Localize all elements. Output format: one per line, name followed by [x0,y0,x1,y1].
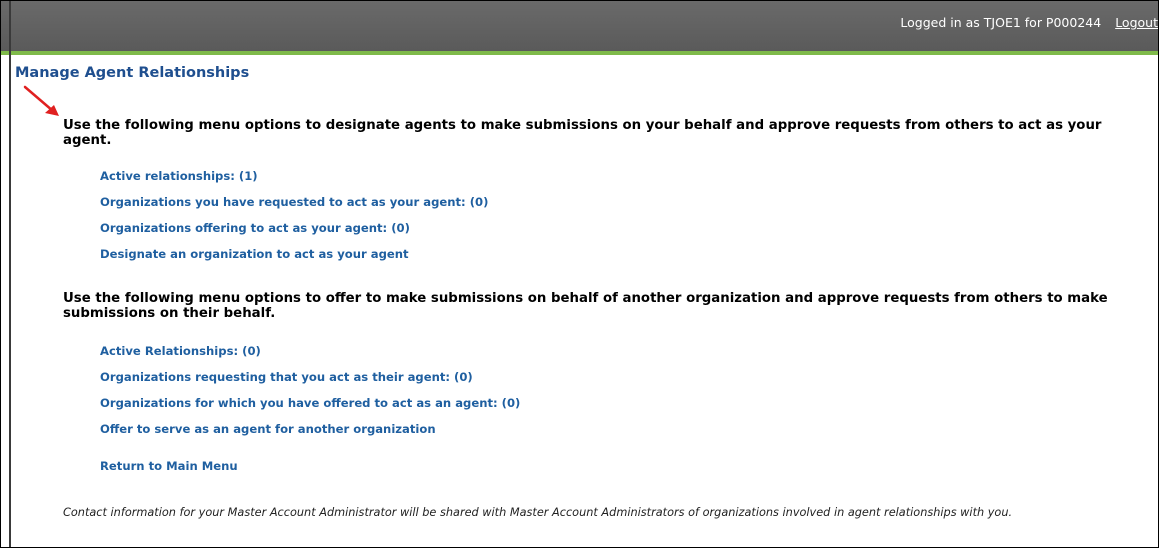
offer-agent-service-link[interactable]: Offer to serve as an agent for another o… [100,422,436,436]
menu-item: Designate an organization to act as your… [100,245,488,271]
logout-link[interactable]: Logout [1115,15,1158,30]
section-heading-behalf: Use the following menu options to offer … [63,291,1108,321]
offering-agents-link[interactable]: Organizations offering to act as your ag… [100,221,410,235]
browser-frame: Logged in as TJOE1 for P000244 Logout Man… [0,0,1159,548]
menu-item: Organizations you have requested to act … [100,193,488,219]
user-info: Logged in as TJOE1 for P000244 Logout [900,15,1158,35]
header-accent-bar [1,51,1158,55]
page-title: Manage Agent Relationships [15,65,250,81]
menu-item: Organizations requesting that you act as… [100,368,520,394]
behalf-menu: Active Relationships: (0) Organizations … [100,342,520,446]
requested-agents-link[interactable]: Organizations you have requested to act … [100,195,488,209]
contact-info-footnote: Contact information for your Master Acco… [63,506,1013,519]
menu-item: Active Relationships: (0) [100,342,520,368]
left-border-rule [9,1,11,547]
menu-item: Organizations for which you have offered… [100,394,520,420]
active-behalf-relationships-link[interactable]: Active Relationships: (0) [100,344,261,358]
menu-item: Offer to serve as an agent for another o… [100,420,520,446]
logged-in-text: Logged in as TJOE1 for P000244 [900,15,1102,30]
designate-agent-link[interactable]: Designate an organization to act as your… [100,247,409,261]
top-header-bar: Logged in as TJOE1 for P000244 Logout [1,1,1158,51]
agent-menu: Active relationships: (1) Organizations … [100,167,488,271]
offered-organizations-link[interactable]: Organizations for which you have offered… [100,396,520,410]
menu-item: Organizations offering to act as your ag… [100,219,488,245]
menu-item: Active relationships: (1) [100,167,488,193]
red-arrow-icon [23,85,59,116]
requesting-organizations-link[interactable]: Organizations requesting that you act as… [100,370,473,384]
active-relationships-link[interactable]: Active relationships: (1) [100,169,258,183]
section-heading-agents: Use the following menu options to design… [63,118,1102,148]
return-to-main-menu-link[interactable]: Return to Main Menu [100,459,238,473]
